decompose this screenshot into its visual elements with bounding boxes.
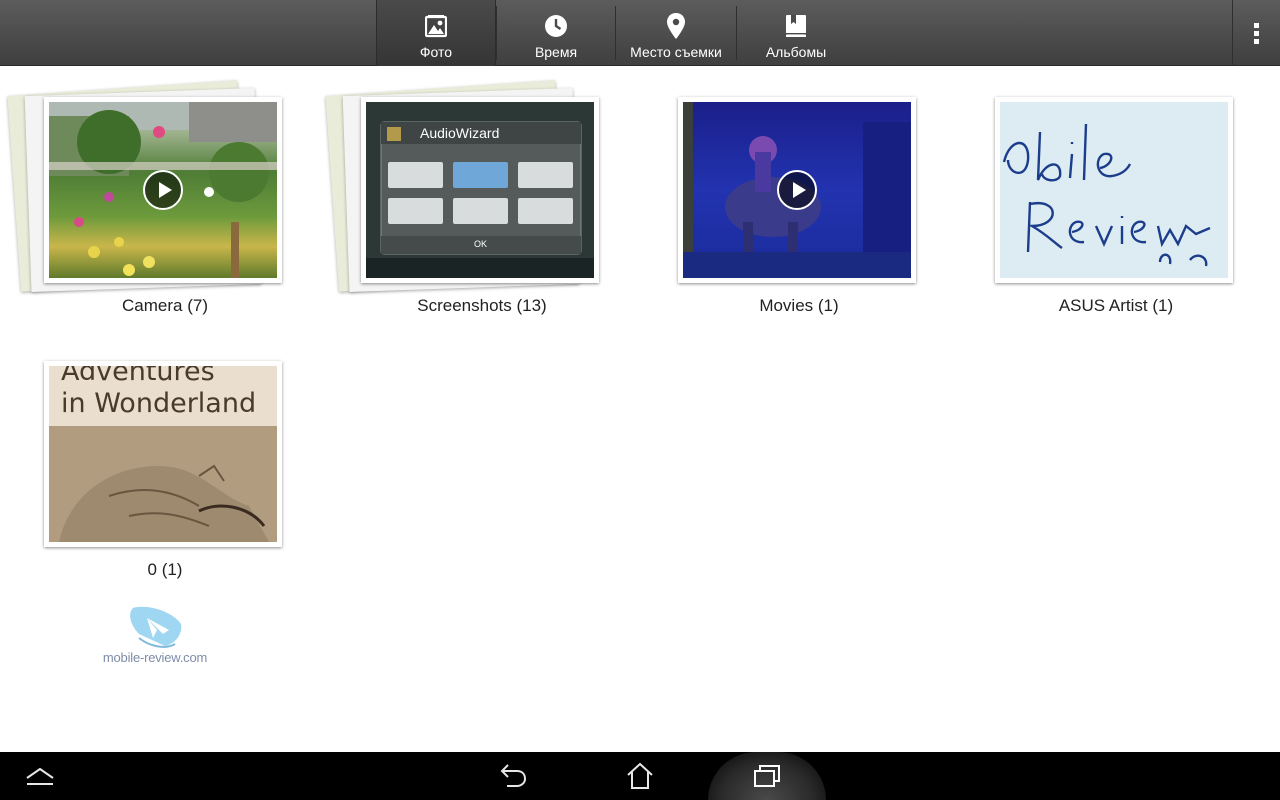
overflow-menu-icon[interactable] — [1232, 0, 1280, 66]
book-text-line-2: in Wonderland — [61, 388, 257, 419]
album-thumbnail[interactable]: Adventures in Wonderland — [44, 361, 282, 547]
tab-location[interactable]: Место съемки — [616, 0, 736, 66]
book-thumbnail-image: Adventures in Wonderland — [49, 366, 277, 542]
album-caption: ASUS Artist (1) — [1058, 296, 1174, 315]
recent-apps-icon[interactable] — [743, 752, 791, 800]
album-caption: Movies (1) — [759, 296, 839, 315]
tab-albums[interactable]: Альбомы — [737, 0, 855, 66]
tab-location-label: Место съемки — [630, 44, 722, 60]
album-book-icon — [785, 13, 807, 39]
watermark-text: mobile-review.com — [102, 650, 208, 665]
album-caption: 0 (1) — [147, 560, 183, 579]
home-icon[interactable] — [616, 752, 664, 800]
collapse-up-icon[interactable] — [18, 752, 62, 800]
album-caption: Camera (7) — [122, 296, 208, 315]
movies-thumbnail-image — [683, 102, 911, 278]
album-thumbnail[interactable]: AudioWizard OK — [361, 97, 599, 283]
tab-photo-label: Фото — [419, 44, 453, 60]
asus-artist-thumbnail-image — [1000, 102, 1228, 278]
tab-photo[interactable]: Фото — [376, 0, 496, 66]
location-pin-icon — [667, 13, 685, 39]
clock-icon — [544, 13, 568, 39]
video-play-icon — [777, 170, 817, 210]
book-text-line-1: Adventures — [61, 366, 215, 387]
audiowizard-ok: OK — [474, 239, 488, 249]
album-thumbnail[interactable] — [44, 97, 282, 283]
top-action-bar: Фото Время Место съемки Альбомы — [0, 0, 1280, 66]
watermark: mobile-review.com — [100, 604, 210, 665]
camera-thumbnail-image — [49, 102, 277, 278]
audiowizard-title: AudioWizard — [420, 125, 500, 141]
tab-time-label: Время — [534, 44, 578, 60]
video-play-icon — [143, 170, 183, 210]
album-thumbnail[interactable] — [678, 97, 916, 283]
photo-icon — [425, 13, 447, 39]
watermark-logo — [125, 604, 185, 650]
tab-albums-label: Альбомы — [765, 44, 827, 60]
tab-time[interactable]: Время — [497, 0, 615, 66]
album-caption: Screenshots (13) — [417, 296, 547, 315]
album-thumbnail[interactable] — [995, 97, 1233, 283]
screenshots-thumbnail-image: AudioWizard OK — [366, 102, 594, 278]
back-icon[interactable] — [488, 752, 536, 800]
